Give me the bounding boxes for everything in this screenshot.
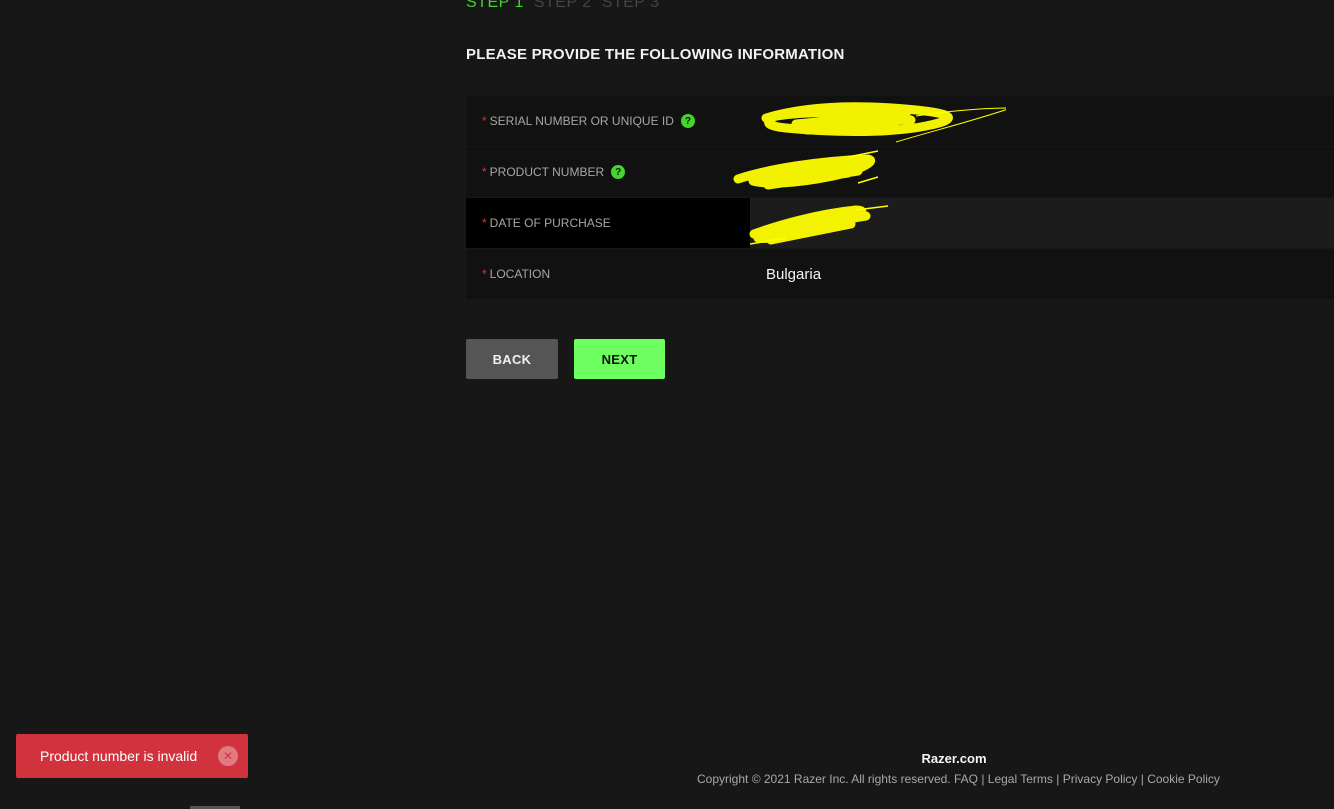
help-icon[interactable]: ? [611,165,626,179]
page: STEP 1 STEP 2 STEP 3 PLEASE PROVIDE THE … [0,0,1334,809]
page-title: PLEASE PROVIDE THE FOLLOWING INFORMATION [466,46,845,63]
close-icon[interactable]: ✕ [218,746,238,766]
product-number-row: * PRODUCT NUMBER ? [466,147,1334,197]
serial-number-label-cell: * SERIAL NUMBER OR UNIQUE ID ? [466,96,750,146]
product-number-label-cell: * PRODUCT NUMBER ? [466,147,750,197]
date-of-purchase-label-cell: * DATE OF PURCHASE [466,198,750,248]
serial-number-row: * SERIAL NUMBER OR UNIQUE ID ? [466,96,1334,146]
toast-message: Product number is invalid [40,748,198,764]
help-icon[interactable]: ? [680,114,695,128]
footer-brand[interactable]: Razer.com [921,751,986,766]
location-value: Bulgaria [766,265,822,283]
step-1-label: STEP 1 [466,0,524,11]
step-3-label: STEP 3 [601,0,660,11]
footer-link-privacy-policy[interactable]: Privacy Policy [1063,772,1138,786]
location-field[interactable]: Bulgaria [750,249,1334,299]
error-toast: Product number is invalid ✕ [16,734,248,778]
back-button[interactable]: BACK [466,339,558,379]
redaction-scribble [749,205,889,245]
step-indicator: STEP 1 STEP 2 STEP 3 [466,0,660,13]
footer-link-legal-terms[interactable]: Legal Terms [988,772,1053,786]
footer-separator: | [977,772,988,786]
date-of-purchase-label: DATE OF PURCHASE [489,216,611,230]
footer-link-faq[interactable]: FAQ [954,772,978,786]
product-number-label: PRODUCT NUMBER [489,165,605,179]
date-of-purchase-row: * DATE OF PURCHASE [466,198,1334,248]
footer-separator: | [1052,772,1063,786]
footer-separator: | [1137,772,1148,786]
redaction-scribble [733,150,879,190]
step-2-label: STEP 2 [533,0,592,11]
footer-links: Copyright © 2021 Razer Inc. All rights r… [697,772,1220,786]
date-of-purchase-field[interactable] [749,198,1334,248]
required-asterisk: * [482,114,487,128]
registration-form: * SERIAL NUMBER OR UNIQUE ID ? * PRODUCT… [466,96,1334,300]
location-label-cell: * LOCATION [466,249,750,299]
redaction-scribble [761,102,1006,143]
serial-number-label: SERIAL NUMBER OR UNIQUE ID [489,114,674,128]
location-row: * LOCATION Bulgaria [466,249,1334,299]
next-button[interactable]: NEXT [574,339,665,379]
copyright-text: Copyright © 2021 Razer Inc. All rights r… [697,772,954,786]
product-number-field[interactable] [733,147,1334,197]
required-asterisk: * [482,216,487,230]
location-label: LOCATION [489,267,551,281]
serial-number-field[interactable] [750,96,1334,146]
required-asterisk: * [482,165,487,179]
required-asterisk: * [482,267,487,281]
footer-link-cookie-policy[interactable]: Cookie Policy [1147,772,1220,786]
